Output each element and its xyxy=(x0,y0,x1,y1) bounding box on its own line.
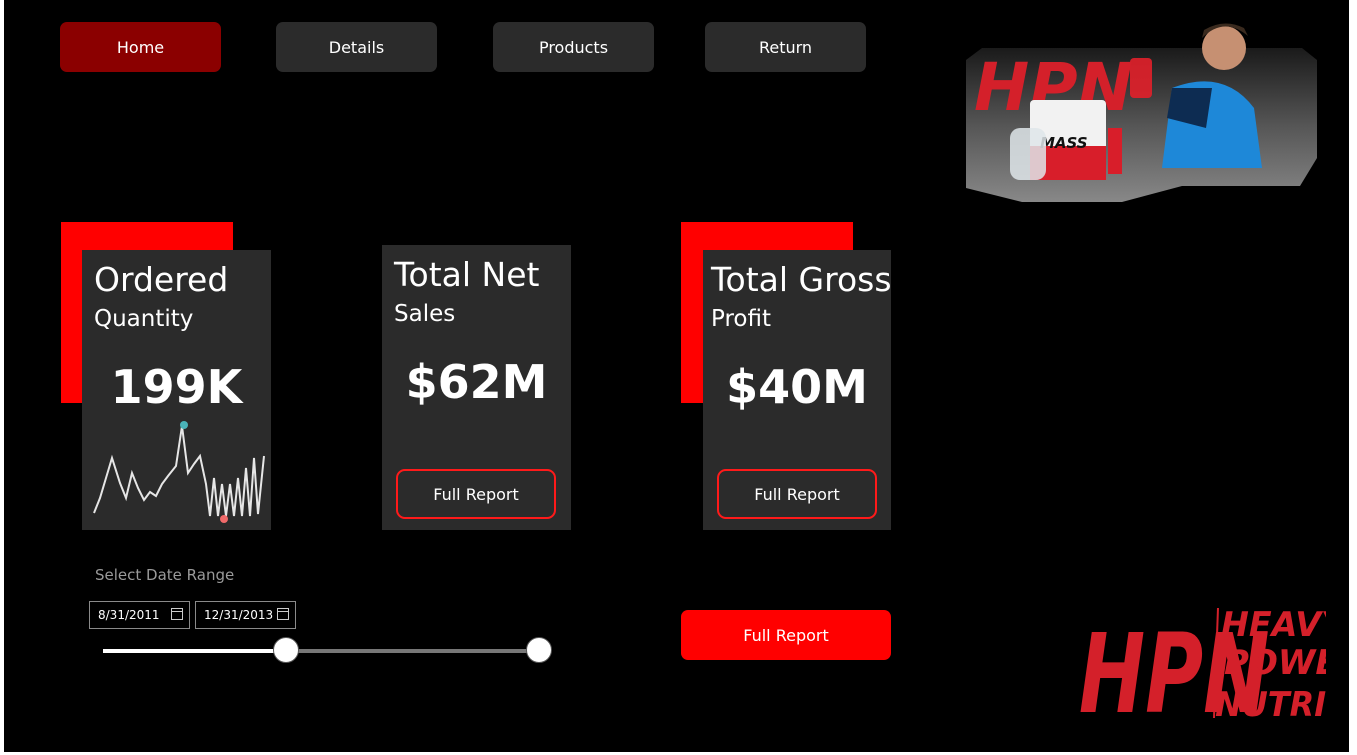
hpn-logo: HPN HEAVY POWER NUTRITION xyxy=(1079,605,1326,722)
nav-details-button[interactable]: Details xyxy=(276,22,437,72)
card-subtitle: Profit xyxy=(711,306,771,332)
calendar-icon[interactable] xyxy=(171,608,183,620)
ordered-quantity-value: 199K xyxy=(110,360,243,414)
gross-profit-full-report-button[interactable]: Full Report xyxy=(717,469,877,519)
dashboard-canvas: Home Details Products Return HPN MASS Or… xyxy=(4,0,1349,752)
card-title: Total Gross xyxy=(711,260,892,299)
end-date-value: 12/31/2013 xyxy=(204,608,274,622)
date-range-slider[interactable] xyxy=(103,649,539,653)
hero-product-image: HPN MASS xyxy=(966,23,1317,202)
card-subtitle: Sales xyxy=(394,301,456,327)
full-report-button[interactable]: Full Report xyxy=(681,610,891,660)
end-date-input[interactable]: 12/31/2013 xyxy=(195,601,296,629)
calendar-icon[interactable] xyxy=(277,608,289,620)
start-date-value: 8/31/2011 xyxy=(98,608,160,622)
sparkline xyxy=(93,421,265,523)
ordered-quantity-card: Ordered Quantity 199K xyxy=(82,250,271,530)
slider-fill xyxy=(103,649,287,653)
total-gross-profit-value: $40M xyxy=(726,360,868,414)
net-sales-full-report-button[interactable]: Full Report xyxy=(396,469,556,519)
svg-text:HEAVY: HEAVY xyxy=(1221,605,1326,644)
svg-text:NUTRITION: NUTRITION xyxy=(1215,684,1326,722)
total-net-sales-card: Total Net Sales $62M Full Report xyxy=(382,245,571,530)
nav-products-button[interactable]: Products xyxy=(493,22,654,72)
card-title: Total Net xyxy=(394,255,540,294)
svg-text:POWER: POWER xyxy=(1224,643,1326,683)
svg-text:MASS: MASS xyxy=(1040,134,1088,152)
start-date-input[interactable]: 8/31/2011 xyxy=(89,601,190,629)
sparkline-min-point xyxy=(220,515,228,523)
slider-start-handle[interactable] xyxy=(273,637,300,663)
card-title: Ordered xyxy=(94,260,229,299)
date-range-label: Select Date Range xyxy=(95,566,235,584)
nav-return-button[interactable]: Return xyxy=(705,22,866,72)
card-subtitle: Quantity xyxy=(94,306,194,332)
total-gross-profit-card: Total Gross Profit $40M Full Report xyxy=(703,250,892,530)
slider-end-handle[interactable] xyxy=(526,637,552,663)
sparkline-max-point xyxy=(180,421,188,429)
nav-home-button[interactable]: Home xyxy=(60,22,221,72)
total-net-sales-value: $62M xyxy=(405,355,548,409)
